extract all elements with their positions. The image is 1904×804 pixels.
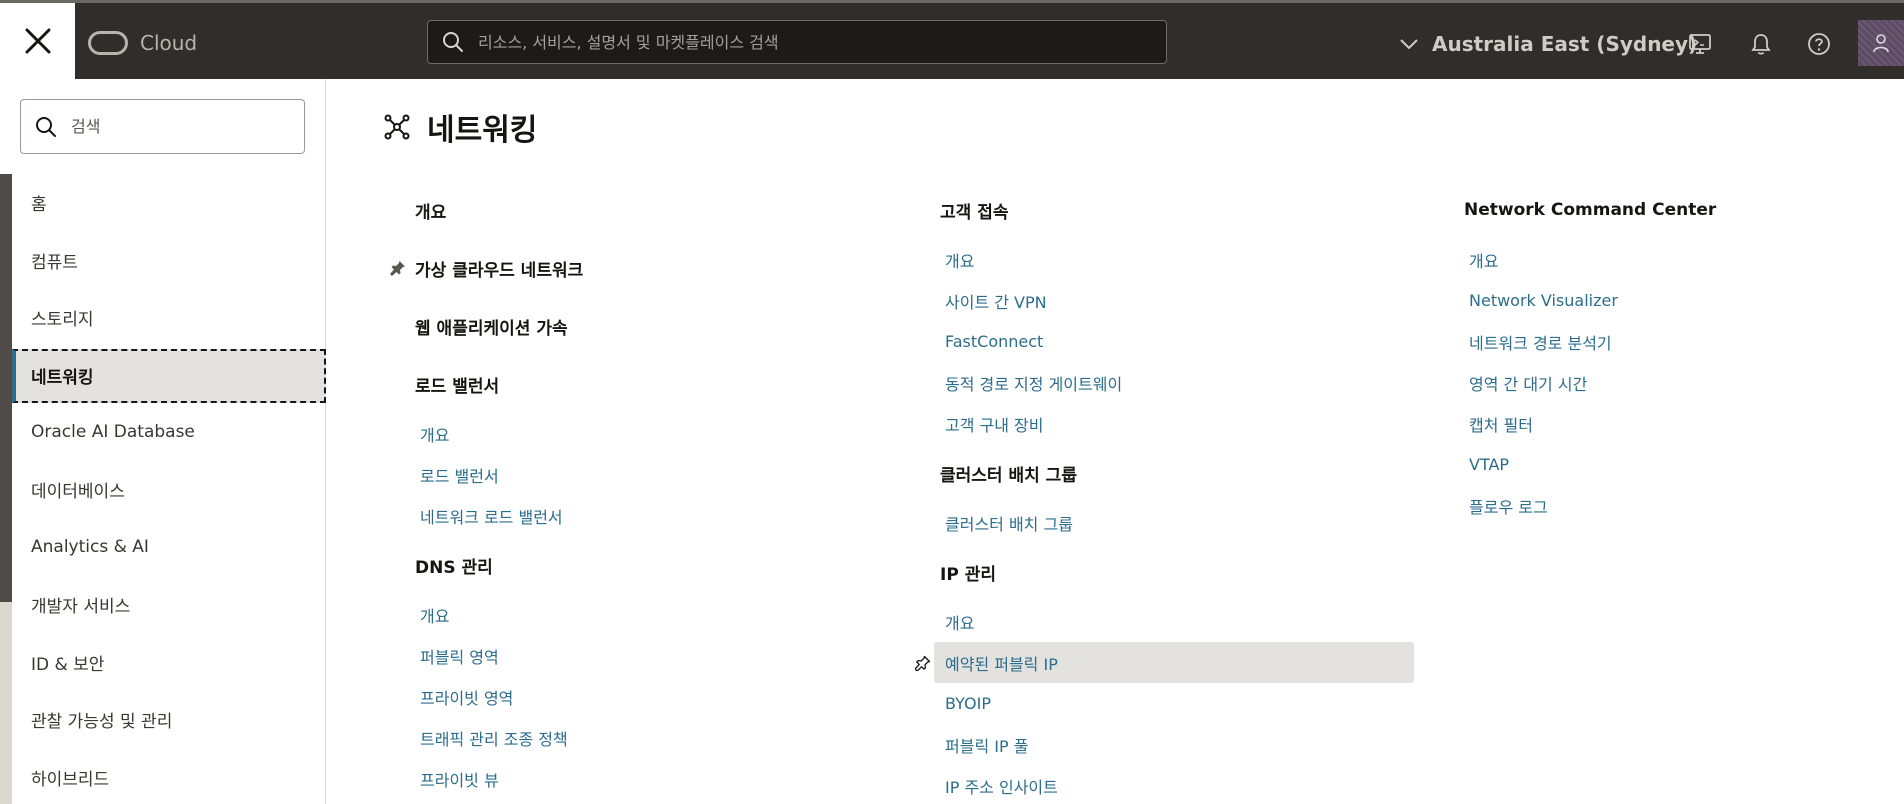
- sidebar-item-identity-security[interactable]: ID & 보안: [12, 634, 326, 692]
- brand-text: Cloud: [140, 31, 198, 55]
- sidebar-item-observability[interactable]: 관찰 가능성 및 관리: [12, 691, 326, 749]
- menu-column-1: 개요 가상 클라우드 네트워크 웹 애플리케이션 가속 로드 밸런서 개요 로드…: [390, 181, 895, 799]
- menu-heading-vcn[interactable]: 가상 클라우드 네트워크: [390, 239, 895, 297]
- bell-icon: [1751, 34, 1771, 55]
- menu-link-traffic-steering[interactable]: 트래픽 관리 조종 정책: [415, 717, 895, 758]
- menu-link-inter-region-latency[interactable]: 영역 간 대기 시간: [1464, 362, 1884, 403]
- menu-heading-ip-management: IP 관리: [940, 564, 996, 585]
- menu-link-public-ip-pools[interactable]: 퍼블릭 IP 풀: [940, 724, 1425, 765]
- menu-link-load-balancer[interactable]: 로드 밸런서: [415, 454, 895, 495]
- search-icon: [36, 116, 56, 137]
- sidebar-item-home[interactable]: 홈: [12, 174, 326, 232]
- top-bar: Cloud Australia East (Sydney): [0, 0, 1904, 79]
- search-icon: [443, 32, 463, 52]
- menu-heading-network-command-center: Network Command Center: [1464, 200, 1717, 220]
- menu-heading-load-balancer: 로드 밸런서: [415, 376, 500, 397]
- menu-link-private-views[interactable]: 프라이빗 뷰: [415, 758, 895, 799]
- menu-link-lb-overview[interactable]: 개요: [415, 413, 895, 454]
- pin-icon[interactable]: [914, 654, 932, 672]
- menu-link-dns-overview[interactable]: 개요: [415, 594, 895, 635]
- sidebar-item-developer-services[interactable]: 개발자 서비스: [12, 576, 326, 634]
- menu-link-network-path-analyzer[interactable]: 네트워크 경로 분석기: [1464, 321, 1884, 362]
- networking-menu-panel: 네트워킹 개요 가상 클라우드 네트워크 웹 애플리케이션 가속 로드 밸런서 …: [327, 79, 1904, 804]
- global-search[interactable]: [427, 20, 1167, 64]
- sidebar-item-compute[interactable]: 컴퓨트: [12, 232, 326, 290]
- sidebar-scrollbar-thumb[interactable]: [0, 174, 12, 602]
- sidebar-item-hybrid[interactable]: 하이브리드: [12, 749, 326, 804]
- menu-link-vtap[interactable]: VTAP: [1464, 444, 1884, 485]
- menu-link-label: 예약된 퍼블릭 IP: [945, 654, 1058, 674]
- close-icon: [25, 28, 50, 54]
- profile-button[interactable]: [1858, 20, 1904, 66]
- menu-column-3: Network Command Center 개요 Network Visual…: [1464, 181, 1884, 526]
- help-icon: [1808, 33, 1830, 55]
- cloud-shell-button[interactable]: [1685, 29, 1715, 59]
- sidebar-item-analytics-ai[interactable]: Analytics & AI: [12, 519, 326, 577]
- menu-link-reserved-public-ips[interactable]: 예약된 퍼블릭 IP: [915, 642, 1414, 683]
- user-icon: [1873, 34, 1889, 53]
- menu-link-ip-overview[interactable]: 개요: [940, 601, 1425, 642]
- global-search-input[interactable]: [478, 32, 1128, 52]
- pin-outline-icon: [915, 655, 931, 671]
- cloud-shell-icon: [1689, 34, 1711, 54]
- sidebar-search[interactable]: [20, 99, 305, 154]
- menu-link-ncc-overview[interactable]: 개요: [1464, 239, 1884, 280]
- menu-link-connectivity-overview[interactable]: 개요: [940, 239, 1425, 280]
- menu-link-byoip[interactable]: BYOIP: [940, 683, 1425, 724]
- menu-heading-customer-connectivity: 고객 접속: [940, 202, 1009, 223]
- chevron-down-icon: [1400, 39, 1418, 50]
- region-label: Australia East (Sydney): [1432, 32, 1698, 56]
- menu-link-flow-logs[interactable]: 플로우 로그: [1464, 485, 1884, 526]
- oracle-cloud-logo[interactable]: Cloud: [88, 29, 197, 57]
- menu-link-public-zones[interactable]: 퍼블릭 영역: [415, 635, 895, 676]
- menu-link-cpe[interactable]: 고객 구내 장비: [940, 403, 1425, 444]
- menu-heading-web-app-acceleration[interactable]: 웹 애플리케이션 가속: [415, 297, 895, 355]
- sidebar-item-storage[interactable]: 스토리지: [12, 289, 326, 347]
- sidebar-menu: 홈 컴퓨트 스토리지 네트워킹 Oracle AI Database 데이터베이…: [12, 174, 326, 804]
- menu-link-ip-address-insights[interactable]: IP 주소 인사이트: [940, 765, 1425, 804]
- menu-link-network-load-balancer[interactable]: 네트워크 로드 밸런서: [415, 495, 895, 536]
- menu-link-drg[interactable]: 동적 경로 지정 게이트웨이: [940, 362, 1425, 403]
- menu-link-private-zones[interactable]: 프라이빗 영역: [415, 676, 895, 717]
- menu-link-capture-filters[interactable]: 캡처 필터: [1464, 403, 1884, 444]
- menu-heading-overview[interactable]: 개요: [415, 181, 895, 239]
- menu-heading-dns: DNS 관리: [415, 557, 493, 578]
- help-button[interactable]: [1804, 29, 1834, 59]
- menu-heading-label: 가상 클라우드 네트워크: [415, 260, 584, 281]
- menu-column-2: 고객 접속 개요 사이트 간 VPN FastConnect 동적 경로 지정 …: [915, 181, 1425, 804]
- menu-link-site-to-site-vpn[interactable]: 사이트 간 VPN: [940, 280, 1425, 321]
- close-menu-button[interactable]: [0, 3, 75, 79]
- page-title: 네트워킹: [427, 113, 538, 148]
- menu-link-fastconnect[interactable]: FastConnect: [940, 321, 1425, 362]
- pin-filled-icon: [390, 261, 405, 276]
- navigation-sidebar: 홈 컴퓨트 스토리지 네트워킹 Oracle AI Database 데이터베이…: [0, 79, 326, 804]
- menu-link-cluster-placement-groups[interactable]: 클러스터 배치 그룹: [940, 502, 1425, 543]
- sidebar-item-database[interactable]: 데이터베이스: [12, 461, 326, 519]
- oracle-logo-icon: [88, 31, 128, 55]
- notifications-button[interactable]: [1746, 29, 1776, 59]
- region-selector[interactable]: Australia East (Sydney): [1400, 27, 1697, 61]
- sidebar-item-networking[interactable]: 네트워킹: [12, 348, 326, 403]
- page-header: 네트워킹: [383, 105, 537, 149]
- networking-icon: [384, 114, 410, 140]
- sidebar-search-input[interactable]: [71, 117, 291, 136]
- menu-heading-cluster-placement: 클러스터 배치 그룹: [940, 465, 1077, 486]
- menu-link-network-visualizer[interactable]: Network Visualizer: [1464, 280, 1884, 321]
- pin-icon[interactable]: [389, 259, 407, 277]
- sidebar-item-oracle-ai-database[interactable]: Oracle AI Database: [12, 404, 326, 462]
